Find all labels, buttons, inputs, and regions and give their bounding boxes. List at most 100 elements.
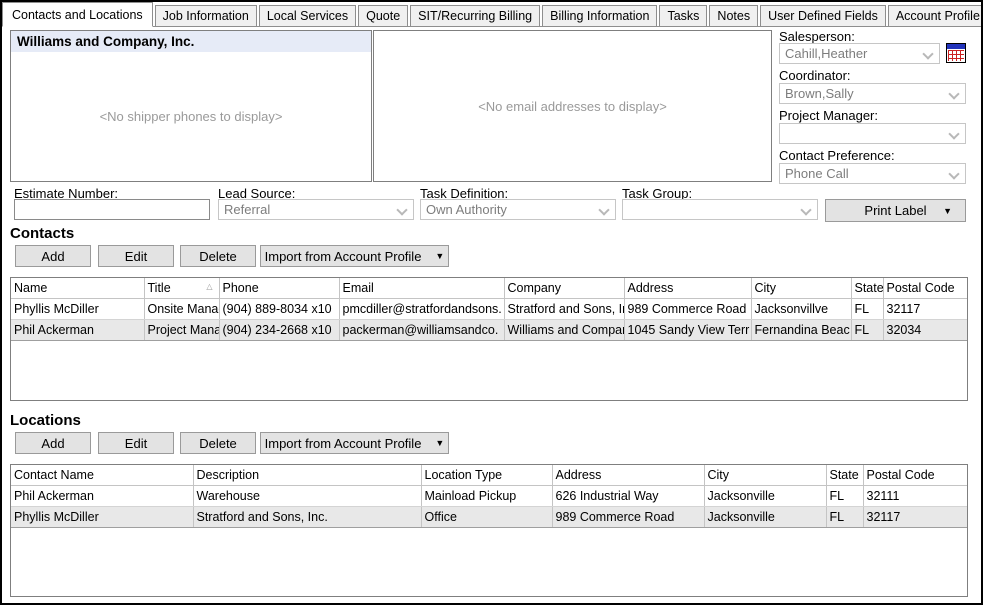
coordinator-dropdown[interactable]: Brown,Sally	[779, 83, 966, 104]
table-cell: 989 Commerce Road	[624, 299, 751, 320]
locations-import-button[interactable]: Import from Account Profile ▼	[260, 432, 449, 454]
salesperson-dropdown[interactable]: Cahill,Heather	[779, 43, 940, 64]
print-label-text: Print Label	[864, 203, 926, 218]
contacts-import-text: Import from Account Profile	[265, 249, 422, 264]
estimate-number-input[interactable]	[14, 199, 210, 220]
table-cell: FL	[851, 320, 883, 341]
project-manager-dropdown[interactable]	[779, 123, 966, 144]
table-cell: Jacksonvillve	[751, 299, 851, 320]
locations-section-title: Locations	[10, 412, 81, 429]
sort-ascending-icon: △	[206, 282, 212, 291]
tab-account-profile[interactable]: Account Profile	[888, 5, 983, 26]
column-header-description[interactable]: Description	[193, 465, 421, 486]
column-header-label: City	[708, 468, 730, 482]
coordinator-value: Brown,Sally	[785, 86, 854, 101]
column-header-label: Name	[14, 281, 47, 295]
table-cell: Warehouse	[193, 486, 421, 507]
column-header-name[interactable]: Name	[11, 278, 144, 299]
table-cell: Jacksonville	[704, 486, 826, 507]
table-cell: 989 Commerce Road	[552, 507, 704, 528]
column-header-postal-code[interactable]: Postal Code	[883, 278, 967, 299]
column-header-label: Postal Code	[887, 281, 955, 295]
table-cell: Williams and Compar	[504, 320, 624, 341]
shipper-name-header: Williams and Company, Inc.	[11, 31, 371, 52]
task-definition-value: Own Authority	[426, 202, 507, 217]
table-cell: 32034	[883, 320, 967, 341]
column-header-label: Address	[628, 281, 674, 295]
table-cell: Onsite Manag	[144, 299, 219, 320]
table-cell: Stratford and Sons, Inc.	[193, 507, 421, 528]
task-definition-dropdown[interactable]: Own Authority	[420, 199, 616, 220]
print-label-button[interactable]: Print Label ▼	[825, 199, 966, 222]
table-cell: 32117	[863, 507, 967, 528]
table-cell: 1045 Sandy View Terr	[624, 320, 751, 341]
tab-contacts-and-locations[interactable]: Contacts and Locations	[2, 2, 153, 27]
column-header-label: City	[755, 281, 777, 295]
column-header-email[interactable]: Email	[339, 278, 504, 299]
table-cell: Phil Ackerman	[11, 486, 193, 507]
column-header-label: Company	[508, 281, 562, 295]
tab-sit-recurring-billing[interactable]: SIT/Recurring Billing	[410, 5, 540, 26]
tab-billing-information[interactable]: Billing Information	[542, 5, 657, 26]
column-header-contact-name[interactable]: Contact Name	[11, 465, 193, 486]
column-header-postal-code[interactable]: Postal Code	[863, 465, 967, 486]
chevron-down-icon	[922, 48, 933, 59]
contacts-delete-button[interactable]: Delete	[180, 245, 256, 267]
column-header-state[interactable]: State	[851, 278, 883, 299]
chevron-down-icon	[948, 128, 959, 139]
email-addresses-panel: <No email addresses to display>	[373, 30, 772, 182]
salesperson-label: Salesperson:	[779, 29, 855, 44]
project-manager-label: Project Manager:	[779, 108, 878, 123]
tab-tasks[interactable]: Tasks	[659, 5, 707, 26]
tab-notes[interactable]: Notes	[709, 5, 758, 26]
column-header-city[interactable]: City	[704, 465, 826, 486]
locations-delete-button[interactable]: Delete	[180, 432, 256, 454]
column-header-label: Phone	[223, 281, 259, 295]
application-window: Contacts and LocationsJob InformationLoc…	[0, 0, 983, 605]
chevron-down-icon	[948, 88, 959, 99]
coordinator-label: Coordinator:	[779, 68, 851, 83]
column-header-phone[interactable]: Phone	[219, 278, 339, 299]
column-header-title[interactable]: Title △	[144, 278, 219, 299]
lead-source-value: Referral	[224, 202, 270, 217]
table-cell: pmcdiller@stratfordandsons.	[339, 299, 504, 320]
column-header-location-type[interactable]: Location Type	[421, 465, 552, 486]
column-header-label: Title	[148, 281, 171, 295]
table-cell: Phyllis McDiller	[11, 507, 193, 528]
task-group-dropdown[interactable]	[622, 199, 818, 220]
column-header-address[interactable]: Address	[552, 465, 704, 486]
contacts-edit-button[interactable]: Edit	[98, 245, 174, 267]
calendar-icon[interactable]	[946, 43, 966, 63]
contact-preference-dropdown[interactable]: Phone Call	[779, 163, 966, 184]
tab-local-services[interactable]: Local Services	[259, 5, 356, 26]
contacts-import-button[interactable]: Import from Account Profile ▼	[260, 245, 449, 267]
table-cell: Project Mana	[144, 320, 219, 341]
column-header-state[interactable]: State	[826, 465, 863, 486]
contacts-table: Name Title △ Phone Email Company Address City St…	[10, 277, 968, 401]
table-cell: FL	[851, 299, 883, 320]
column-header-label: Location Type	[425, 468, 503, 482]
locations-edit-button[interactable]: Edit	[98, 432, 174, 454]
column-header-city[interactable]: City	[751, 278, 851, 299]
tab-user-defined-fields[interactable]: User Defined Fields	[760, 5, 886, 26]
table-row[interactable]: Phil AckermanWarehouseMainload Pickup626…	[11, 486, 967, 507]
table-row[interactable]: Phyllis McDillerStratford and Sons, Inc.…	[11, 507, 967, 528]
column-header-company[interactable]: Company	[504, 278, 624, 299]
shipper-phones-panel: Williams and Company, Inc. <No shipper p…	[10, 30, 372, 182]
tab-job-information[interactable]: Job Information	[155, 5, 257, 26]
table-cell: 32117	[883, 299, 967, 320]
table-cell: Fernandina Beac	[751, 320, 851, 341]
dropdown-arrow-icon: ▼	[435, 438, 444, 448]
table-row[interactable]: Phil AckermanProject Mana(904) 234-2668 …	[11, 320, 967, 341]
table-cell: Phil Ackerman	[11, 320, 144, 341]
locations-add-button[interactable]: Add	[15, 432, 91, 454]
tab-quote[interactable]: Quote	[358, 5, 408, 26]
contacts-add-button[interactable]: Add	[15, 245, 91, 267]
table-cell: 32111	[863, 486, 967, 507]
column-header-address[interactable]: Address	[624, 278, 751, 299]
table-cell: Stratford and Sons, In	[504, 299, 624, 320]
table-cell: FL	[826, 486, 863, 507]
lead-source-dropdown[interactable]: Referral	[218, 199, 414, 220]
column-header-label: Description	[197, 468, 260, 482]
table-row[interactable]: Phyllis McDillerOnsite Manag(904) 889-80…	[11, 299, 967, 320]
